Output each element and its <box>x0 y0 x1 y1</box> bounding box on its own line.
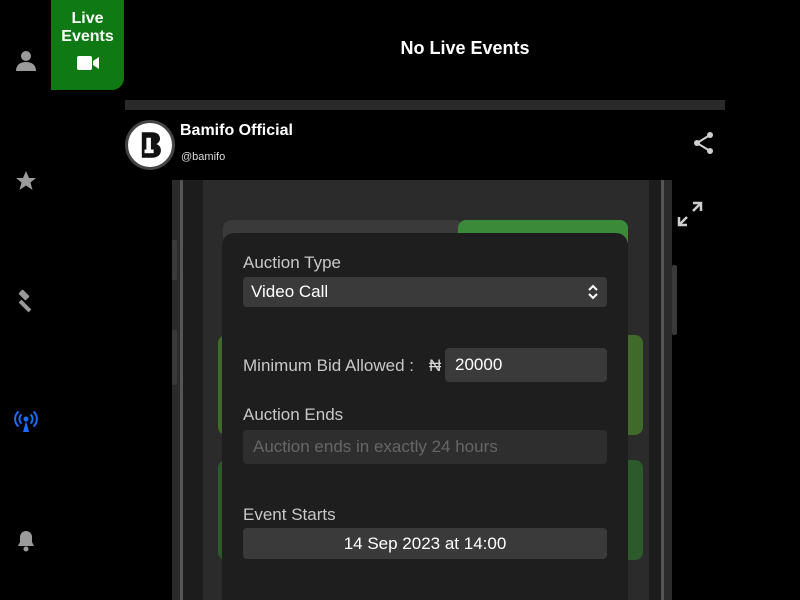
account-name[interactable]: Bamifo Official <box>180 122 293 140</box>
user-icon[interactable] <box>13 48 39 74</box>
video-camera-icon <box>76 56 99 70</box>
phone-button <box>672 265 677 335</box>
auction-ends-field: Auction ends in exactly 24 hours <box>243 430 607 464</box>
phone-button <box>172 240 177 280</box>
phone-button <box>172 330 177 385</box>
auction-type-label: Auction Type <box>243 253 341 272</box>
min-bid-input[interactable]: 20000 <box>445 348 607 382</box>
share-icon[interactable] <box>692 131 716 155</box>
min-bid-label: Minimum Bid Allowed : <box>243 356 415 375</box>
chevron-updown-icon <box>588 284 598 300</box>
bell-icon[interactable] <box>13 528 39 554</box>
event-starts-field[interactable]: 14 Sep 2023 at 14:00 <box>243 528 607 559</box>
currency-symbol: ₦ <box>429 356 442 375</box>
live-events-tab[interactable]: Live Events <box>51 0 124 90</box>
page-title: No Live Events <box>400 38 530 58</box>
live-events-label: Live Events <box>61 10 114 45</box>
event-starts-label: Event Starts <box>243 505 336 524</box>
gavel-icon[interactable] <box>13 288 39 314</box>
account-handle: @bamifo <box>181 151 226 163</box>
star-icon[interactable] <box>13 168 39 194</box>
auction-type-select[interactable]: Video Call <box>243 277 607 307</box>
broadcast-icon[interactable] <box>13 408 39 434</box>
auction-type-value: Video Call <box>251 282 329 301</box>
divider <box>125 100 725 110</box>
sidebar <box>0 0 52 600</box>
auction-ends-label: Auction Ends <box>243 405 344 424</box>
avatar[interactable] <box>125 120 175 170</box>
expand-icon[interactable] <box>676 200 704 228</box>
